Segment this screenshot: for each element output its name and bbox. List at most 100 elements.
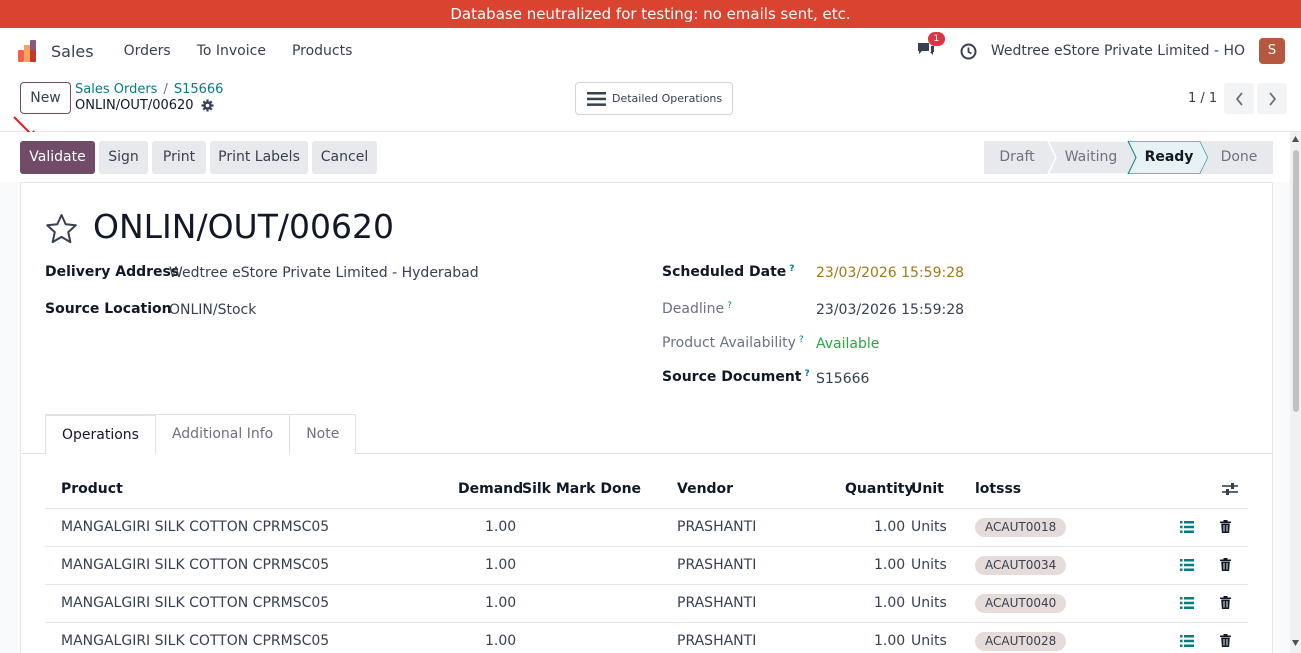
stage-draft[interactable]: Draft [984,141,1050,174]
detailed-operations-label: Detailed Operations [612,92,723,105]
scheduled-date-value[interactable]: 23/03/2026 15:59:28 [816,265,964,281]
pager-next-button[interactable] [1257,83,1287,114]
help-icon[interactable]: ? [805,369,810,379]
source-document-value[interactable]: S15666 [816,371,869,387]
action-bar: Validate Sign Print Print Labels Cancel … [0,132,1290,182]
scrollbar-thumb[interactable] [1293,150,1299,412]
stage-ready[interactable]: Ready [1136,141,1202,174]
breadcrumb-order[interactable]: S15666 [174,82,224,97]
app-brand[interactable]: Sales [18,40,94,62]
notebook-tabs: Operations Additional Info Note [45,414,357,454]
row-demand: 1.00 [485,633,517,649]
breadcrumb: Sales Orders / S15666 [75,82,223,97]
column-product[interactable]: Product [61,481,123,497]
help-icon[interactable]: ? [789,264,794,274]
table-row[interactable]: MANGALGIRI SILK COTTON CPRMSC05 1.00 PRA… [45,584,1248,622]
row-product: MANGALGIRI SILK COTTON CPRMSC05 [61,519,330,535]
row-quantity: 1.00 [874,557,906,573]
detailed-operations-button[interactable]: Detailed Operations [575,82,733,115]
column-unit[interactable]: Unit [911,481,944,497]
detailed-list-icon[interactable] [1180,521,1194,533]
row-quantity: 1.00 [874,633,906,649]
help-icon[interactable]: ? [799,335,804,345]
menu-to-invoice[interactable]: To Invoice [197,43,266,59]
new-button[interactable]: New [20,82,71,114]
row-demand: 1.00 [485,557,517,573]
print-labels-button[interactable]: Print Labels [210,141,308,174]
pager-value[interactable]: 1 / 1 [1188,91,1217,106]
detailed-list-icon[interactable] [1180,597,1194,609]
sales-app-icon [18,40,36,62]
delivery-address-value[interactable]: Wedtree eStore Private Limited - Hyderab… [169,265,479,281]
stage-waiting[interactable]: Waiting [1056,141,1126,174]
row-product: MANGALGIRI SILK COTTON CPRMSC05 [61,557,330,573]
trash-icon[interactable] [1220,558,1231,571]
product-availability-value: Available [816,336,880,352]
table-row[interactable]: MANGALGIRI SILK COTTON CPRMSC05 1.00 PRA… [45,546,1248,584]
source-document-label: Source Document? [662,369,810,385]
row-unit: Units [911,519,947,535]
delivery-address-label: Delivery Address [45,264,180,280]
source-location-label: Source Location [45,301,172,317]
detailed-list-icon[interactable] [1180,635,1194,647]
optional-columns-icon[interactable] [1222,482,1238,496]
trash-icon[interactable] [1220,520,1231,533]
sign-button[interactable]: Sign [99,141,148,174]
row-vendor: PRASHANTI [677,595,757,611]
star-icon[interactable] [45,213,78,244]
user-avatar[interactable]: S [1259,38,1285,64]
record-name: ONLIN/OUT/00620 [75,98,194,113]
trash-icon[interactable] [1220,634,1231,647]
column-lots[interactable]: lotsss [975,481,1021,497]
column-quantity[interactable]: Quantity [845,481,914,497]
table-row[interactable]: MANGALGIRI SILK COTTON CPRMSC05 1.00 PRA… [45,508,1248,546]
column-vendor[interactable]: Vendor [677,481,733,497]
product-availability-label: Product Availability? [662,335,804,351]
record-title: ONLIN/OUT/00620 [93,207,394,246]
row-product: MANGALGIRI SILK COTTON CPRMSC05 [61,633,330,649]
row-quantity: 1.00 [874,595,906,611]
row-unit: Units [911,633,947,649]
row-vendor: PRASHANTI [677,633,757,649]
detailed-list-icon[interactable] [1180,559,1194,571]
company-switcher[interactable]: Wedtree eStore Private Limited - HO [991,43,1245,59]
trash-icon[interactable] [1220,596,1231,609]
source-location-value[interactable]: ONLIN/Stock [169,302,256,318]
scroll-up-arrow-icon[interactable] [1292,136,1299,142]
chevron-right-icon [1268,91,1276,106]
menu-orders[interactable]: Orders [124,43,171,59]
gear-icon[interactable] [201,99,214,112]
clock-icon[interactable] [960,43,977,60]
column-demand[interactable]: Demand [458,481,523,497]
vertical-scrollbar[interactable] [1290,132,1301,653]
cancel-button[interactable]: Cancel [312,141,377,174]
tab-additional-info[interactable]: Additional Info [154,414,291,454]
stage-done[interactable]: Done [1208,141,1270,174]
row-demand: 1.00 [485,595,517,611]
lot-badge: ACAUT0018 [975,518,1067,537]
help-icon[interactable]: ? [727,301,732,311]
table-row[interactable]: MANGALGIRI SILK COTTON CPRMSC05 1.00 PRA… [45,622,1248,653]
breadcrumb-separator: / [163,82,168,97]
control-panel: New Sales Orders / S15666 ONLIN/OUT/00620 … [0,74,1301,132]
row-vendor: PRASHANTI [677,557,757,573]
breadcrumb-sales-orders[interactable]: Sales Orders [75,82,157,97]
tab-operations[interactable]: Operations [45,414,156,454]
pager-previous-button[interactable] [1224,83,1254,114]
tab-note[interactable]: Note [289,414,357,454]
row-quantity: 1.00 [874,519,906,535]
messaging-button[interactable]: 1 [916,32,945,61]
menu-products[interactable]: Products [292,43,352,59]
scroll-down-arrow-icon[interactable] [1292,640,1299,646]
column-silk-mark-done[interactable]: Silk Mark Done [522,481,641,497]
hamburger-icon [587,91,606,106]
neutralized-banner: Database neutralized for testing: no ema… [0,0,1301,28]
lot-badge: ACAUT0034 [975,556,1067,575]
notification-badge: 1 [927,32,945,46]
print-button[interactable]: Print [152,141,206,174]
chevron-left-icon [1235,91,1243,106]
validate-button[interactable]: Validate [20,141,95,174]
status-bar: Draft Waiting Ready Done [984,141,1273,174]
top-navbar: Sales Orders To Invoice Products 1 Wedtr… [0,28,1301,74]
form-sheet: ONLIN/OUT/00620 Delivery Address Wedtree… [20,182,1273,653]
